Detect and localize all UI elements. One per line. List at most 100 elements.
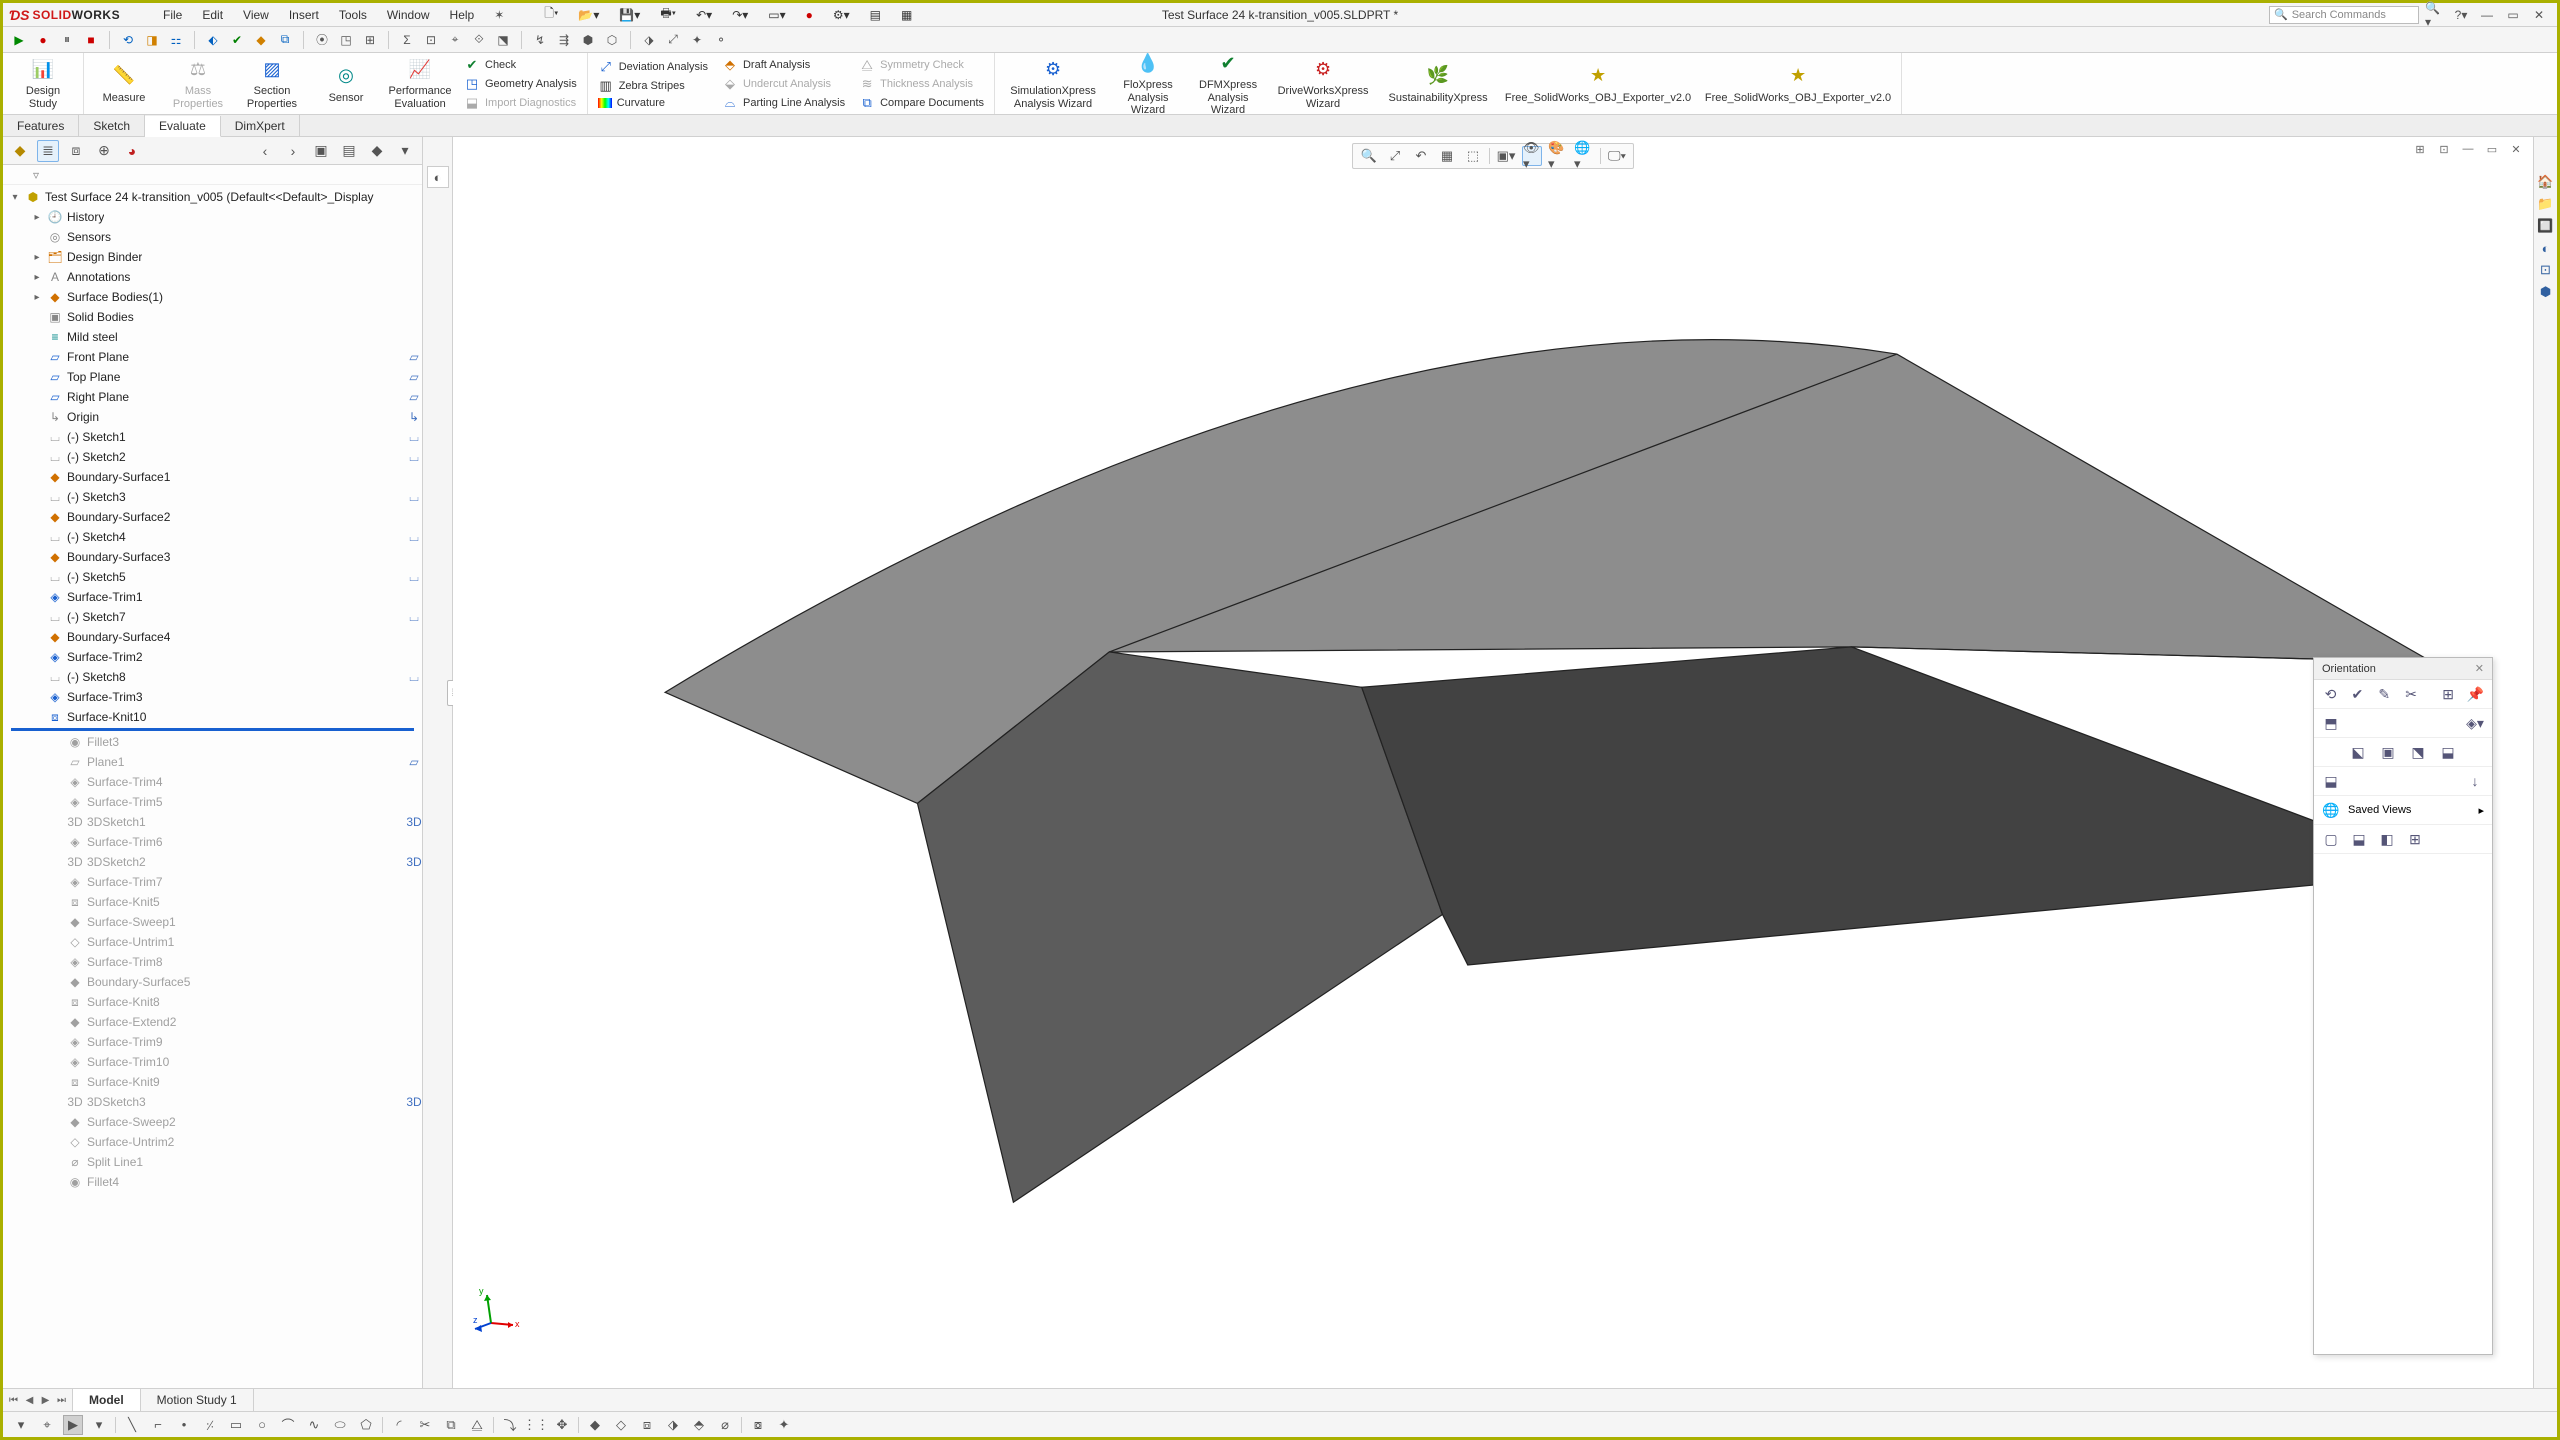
saved-views-expand-icon[interactable]: ▸ — [2478, 804, 2484, 817]
tree-row[interactable]: ▱Right Plane▱ — [3, 387, 422, 407]
menu-insert[interactable]: Insert — [279, 3, 329, 26]
tool-3-icon[interactable]: ⚏ — [166, 30, 186, 50]
tree-row[interactable]: ⧈Surface-Knit5 — [3, 892, 422, 912]
tree-row[interactable]: ⌴(-) Sketch2⌴ — [3, 447, 422, 467]
tree-row[interactable]: ≡Mild steel — [3, 327, 422, 347]
tree-row[interactable]: ⌴(-) Sketch3⌴ — [3, 487, 422, 507]
compare-documents-button[interactable]: ⧉Compare Documents — [857, 94, 986, 112]
symmetry-check-button[interactable]: ⧋Symmetry Check — [857, 56, 986, 74]
tab-features[interactable]: Features — [3, 115, 79, 136]
feature-tree-body[interactable]: ▾ ⬢ Test Surface 24 k-transition_v005 (D… — [3, 185, 422, 1388]
viewport-2v-icon[interactable]: ◧ — [2378, 830, 2396, 848]
tree-row[interactable]: ◈Surface-Trim10 — [3, 1052, 422, 1072]
help-icon[interactable]: ?▾ — [2451, 6, 2471, 24]
sketch-arc-icon[interactable]: ⌒ — [278, 1415, 298, 1435]
tool-15-icon[interactable]: ⬔ — [493, 30, 513, 50]
sketch-circle-icon[interactable]: ○ — [252, 1415, 272, 1435]
window-close-icon[interactable]: ✕ — [2529, 6, 2549, 24]
sketch-trim-icon[interactable]: ✂ — [415, 1415, 435, 1435]
tree-tool-5-icon[interactable]: ◕ — [121, 140, 143, 162]
expand-icon[interactable]: ▸ — [31, 272, 43, 283]
taskpane-custom-icon[interactable]: ⊡ — [2536, 260, 2556, 280]
sketch-poly-icon[interactable]: ⬠ — [356, 1415, 376, 1435]
tree-view-dropdown-icon[interactable]: ▾ — [394, 140, 416, 162]
viewport-2h-icon[interactable]: ⬓ — [2350, 830, 2368, 848]
viewport-single-icon[interactable]: ▢ — [2322, 830, 2340, 848]
tool-1-icon[interactable]: ⟲ — [118, 30, 138, 50]
orient-tool-2-icon[interactable]: ✔ — [2349, 685, 2366, 703]
tree-row[interactable]: ◈Surface-Trim4 — [3, 772, 422, 792]
tool-11-icon[interactable]: Σ — [397, 30, 417, 50]
tab-sketch[interactable]: Sketch — [79, 115, 145, 136]
orient-bottom-icon[interactable]: ⬓ — [2322, 772, 2340, 790]
hud-hide-show-icon[interactable]: 👁▾ — [1522, 146, 1542, 166]
orient-tool-3-icon[interactable]: ✎ — [2376, 685, 2393, 703]
tool-22-icon[interactable]: ✦ — [687, 30, 707, 50]
vp-win-2-icon[interactable]: ⊡ — [2435, 141, 2453, 157]
sketch-point-icon[interactable]: • — [174, 1415, 194, 1435]
taskpane-home-icon[interactable]: 🏠 — [2536, 172, 2556, 192]
graphics-viewport[interactable]: 🔍 ⤢ ↶ ▦ ⬚ ▣▾ 👁▾ 🎨▾ 🌐▾ 🖵▾ ⊞ ⊡ — ▭ ✕ — [453, 137, 2533, 1388]
macro-record-icon[interactable]: ● — [33, 30, 53, 50]
import-diagnostics-button[interactable]: ⬓Import Diagnostics — [462, 94, 579, 112]
hud-orientation-icon[interactable]: ⬚ — [1463, 146, 1483, 166]
qat-new-icon[interactable]: 🗋▾ — [534, 3, 568, 26]
simulationxpress-button[interactable]: ⚙SimulationXpress Analysis Wizard — [1003, 54, 1103, 112]
tool-20-icon[interactable]: ⬗ — [639, 30, 659, 50]
tool-23-icon[interactable]: ⚬ — [711, 30, 731, 50]
tree-row[interactable]: ◈Surface-Trim3 — [3, 687, 422, 707]
menu-edit[interactable]: Edit — [192, 3, 233, 26]
expand-icon[interactable]: ▸ — [31, 212, 43, 223]
taskpane-appearance2-icon[interactable]: ◐ — [2536, 238, 2556, 258]
obj-exporter-1-button[interactable]: ★Free_SolidWorks_OBJ_Exporter_v2.0 — [1503, 61, 1693, 107]
menu-pin-icon[interactable]: ✶ — [484, 3, 514, 26]
sketch-spline-icon[interactable]: ∿ — [304, 1415, 324, 1435]
tree-row[interactable]: ◆Boundary-Surface4 — [3, 627, 422, 647]
tab-evaluate[interactable]: Evaluate — [145, 116, 221, 137]
tool-5-icon[interactable]: ✔ — [227, 30, 247, 50]
tree-row[interactable]: ↳Origin↳ — [3, 407, 422, 427]
sketch-corner-icon[interactable]: ⌐ — [148, 1415, 168, 1435]
zebra-stripes-button[interactable]: ▥Zebra Stripes — [596, 77, 710, 95]
tool-8-icon[interactable]: ⦿ — [312, 30, 332, 50]
tree-row[interactable]: ◈Surface-Trim2 — [3, 647, 422, 667]
macro-play-icon[interactable]: ▶ — [9, 30, 29, 50]
vp-win-1-icon[interactable]: ⊞ — [2411, 141, 2429, 157]
obj-exporter-2-button[interactable]: ★Free_SolidWorks_OBJ_Exporter_v2.0 — [1703, 61, 1893, 107]
tree-row[interactable]: ◆Surface-Extend2 — [3, 1012, 422, 1032]
tree-row[interactable]: ◆Boundary-Surface1 — [3, 467, 422, 487]
vp-restore-icon[interactable]: ▭ — [2483, 141, 2501, 157]
saved-views-label[interactable]: Saved Views — [2348, 804, 2470, 816]
tree-row[interactable]: ⧈Surface-Knit9 — [3, 1072, 422, 1092]
sketch-ellipse-icon[interactable]: ⬭ — [330, 1415, 350, 1435]
thickness-analysis-button[interactable]: ≋Thickness Analysis — [857, 75, 986, 93]
orient-right-icon[interactable]: ⬔ — [2409, 743, 2427, 761]
taskpane-library-icon[interactable]: 📁 — [2536, 194, 2556, 214]
check-button[interactable]: ✔Check — [462, 56, 579, 74]
tree-row[interactable]: ⌴(-) Sketch7⌴ — [3, 607, 422, 627]
tree-row[interactable]: ◎Sensors — [3, 227, 422, 247]
tool-2-icon[interactable]: ◨ — [142, 30, 162, 50]
qat-options-icon[interactable]: ⚙▾ — [823, 3, 860, 26]
orient-top-icon[interactable]: ⬒ — [2322, 714, 2340, 732]
design-study-button[interactable]: 📊Design Study — [11, 54, 75, 112]
tree-root-node[interactable]: ▾ ⬢ Test Surface 24 k-transition_v005 (D… — [3, 187, 422, 207]
tree-row[interactable]: ⌴(-) Sketch5⌴ — [3, 567, 422, 587]
draft-analysis-button[interactable]: ⬘Draft Analysis — [720, 56, 847, 74]
sketch-t4-icon[interactable]: ⬗ — [663, 1415, 683, 1435]
tool-10-icon[interactable]: ⊞ — [360, 30, 380, 50]
orient-back-icon[interactable]: ⬓ — [2439, 743, 2457, 761]
search-dropdown-icon[interactable]: 🔍▾ — [2425, 6, 2445, 24]
macro-pause-icon[interactable]: ⏸ — [57, 30, 77, 50]
btab-scroll-prev-icon[interactable]: ◀ — [23, 1392, 37, 1408]
qat-layout2-icon[interactable]: ▦ — [891, 3, 922, 26]
tool-12-icon[interactable]: ⊡ — [421, 30, 441, 50]
tree-row[interactable]: ◈Surface-Trim9 — [3, 1032, 422, 1052]
sketch-fillet-icon[interactable]: ◜ — [389, 1415, 409, 1435]
tree-row[interactable]: ◆Surface-Sweep1 — [3, 912, 422, 932]
tree-row[interactable]: ◆Surface-Sweep2 — [3, 1112, 422, 1132]
status-1-icon[interactable]: ▾ — [11, 1415, 31, 1435]
tree-row[interactable]: ⌴(-) Sketch8⌴ — [3, 667, 422, 687]
expand-icon[interactable]: ▸ — [31, 252, 43, 263]
tree-row[interactable]: ▸🗂Design Binder — [3, 247, 422, 267]
